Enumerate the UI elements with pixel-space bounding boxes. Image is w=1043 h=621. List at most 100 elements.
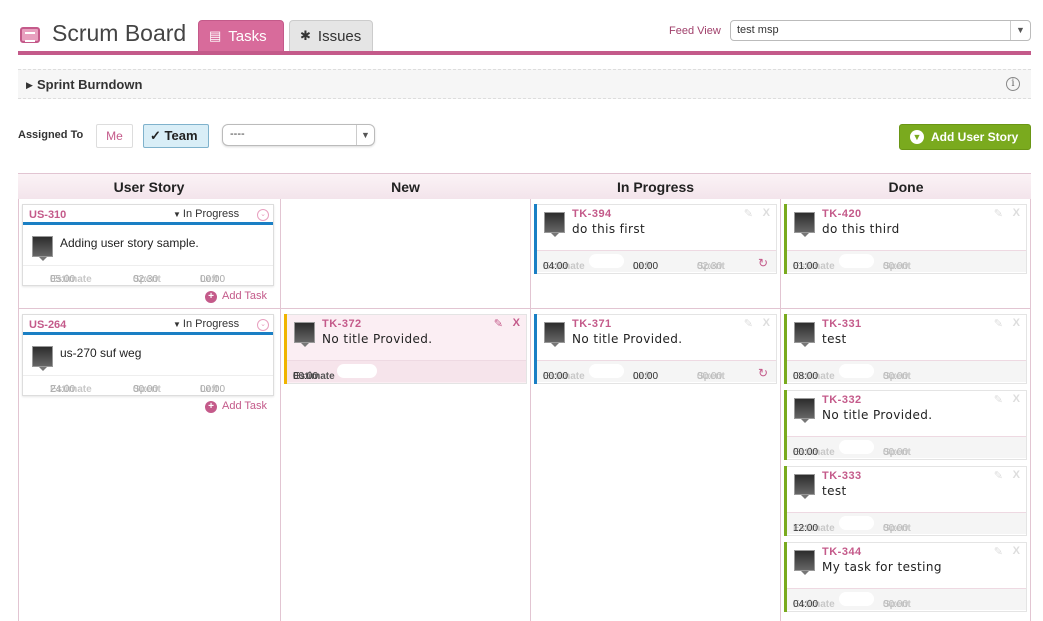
task-title: test (822, 484, 847, 498)
story-id[interactable]: US-310 (29, 209, 66, 221)
add-task-button[interactable]: + Add Task (205, 290, 267, 303)
add-task-button[interactable]: + Add Task (205, 400, 267, 413)
assigned-team-button[interactable]: ✓ Team (143, 124, 209, 148)
pencil-icon[interactable]: ✎ (744, 207, 753, 220)
pencil-icon[interactable]: ✎ (994, 545, 1003, 558)
refresh-icon[interactable]: ↻ (758, 366, 768, 380)
task-id[interactable]: TK-372 (322, 318, 362, 330)
task-card[interactable]: TK-394 do this first ✎ X Estimate 04:00 … (534, 204, 777, 274)
estimate-value[interactable]: 00:00 (293, 371, 318, 382)
task-title: test (822, 332, 847, 346)
close-icon[interactable]: X (513, 317, 520, 329)
task-id[interactable]: TK-344 (822, 546, 862, 558)
pencil-icon[interactable]: ✎ (994, 393, 1003, 406)
status-chevron-icon[interactable]: ⌄ (257, 319, 269, 331)
story-title: us-270 suf weg (60, 346, 142, 360)
task-title: do this third (822, 222, 900, 236)
left-value: 00:00 (200, 274, 226, 285)
close-icon[interactable]: X (1013, 207, 1020, 219)
close-icon[interactable]: X (1013, 545, 1020, 557)
tab-tasks[interactable]: ▤ Tasks (198, 20, 284, 52)
estimate-value[interactable]: 01:00 (793, 261, 818, 272)
column-header-user-story: User Story (113, 179, 185, 195)
task-card[interactable]: TK-331 test ✎ X Estimate 08:00 Spent 00:… (784, 314, 1027, 384)
estimate-value[interactable]: 00:00 (543, 371, 568, 382)
task-id[interactable]: TK-371 (572, 318, 612, 330)
sprint-burndown-toggle[interactable]: ▶ Sprint Burndown i (18, 69, 1031, 99)
spent-value: 00:00 (133, 384, 159, 395)
team-label: Team (164, 128, 198, 143)
task-id[interactable]: TK-332 (822, 394, 862, 406)
user-story-card[interactable]: US-264 ▼ In Progress ⌄ us-270 suf weg Est… (22, 314, 274, 396)
add-user-story-button[interactable]: ▼ Add User Story (899, 124, 1031, 150)
column-divider (18, 199, 19, 621)
tab-issues[interactable]: ✱ Issues (289, 20, 373, 52)
column-divider (530, 199, 531, 621)
close-icon[interactable]: X (1013, 469, 1020, 481)
board-header: Scrum Board ▤ Tasks ✱ Issues Feed View t… (18, 18, 1031, 54)
plus-icon: + (205, 401, 217, 413)
pencil-icon[interactable]: ✎ (744, 317, 753, 330)
feed-view-select[interactable]: test msp ▼ (730, 20, 1031, 41)
task-card[interactable]: TK-332 No title Provided. ✎ X Estimate 0… (784, 390, 1027, 460)
story-id[interactable]: US-264 (29, 319, 66, 331)
task-card[interactable]: TK-420 do this third ✎ X Estimate 01:00 … (784, 204, 1027, 274)
pencil-icon[interactable]: ✎ (994, 469, 1003, 482)
story-title: Adding user story sample. (60, 236, 199, 250)
left-value[interactable]: 00:00 (633, 261, 658, 272)
board-column-headers: User Story New In Progress Done (18, 173, 1031, 199)
estimate-value: 05:00 (50, 274, 76, 285)
avatar (32, 236, 53, 261)
add-user-story-label: Add User Story (931, 130, 1019, 144)
tab-tasks-label: Tasks (228, 27, 267, 45)
task-id[interactable]: TK-331 (822, 318, 862, 330)
status-chevron-icon[interactable]: ⌄ (257, 209, 269, 221)
pencil-icon[interactable]: ✎ (494, 317, 503, 330)
close-icon[interactable]: X (1013, 393, 1020, 405)
avatar (794, 398, 815, 423)
avatar (32, 346, 53, 371)
estimate-value[interactable]: 04:00 (543, 261, 568, 272)
task-card[interactable]: TK-371 No title Provided. ✎ X Estimate 0… (534, 314, 777, 384)
estimate-value[interactable]: 04:00 (793, 599, 818, 610)
page-title: Scrum Board (52, 20, 187, 46)
close-icon[interactable]: X (1013, 317, 1020, 329)
task-id[interactable]: TK-333 (822, 470, 862, 482)
close-icon[interactable]: X (763, 317, 770, 329)
task-id[interactable]: TK-394 (572, 208, 612, 220)
story-status-dropdown[interactable]: ▼ In Progress (173, 318, 239, 330)
task-card[interactable]: TK-372 No title Provided. ✎ X Estimate 0… (284, 314, 527, 384)
bug-icon: ✱ (300, 28, 311, 43)
story-status-dropdown[interactable]: ▼ In Progress (173, 208, 239, 220)
column-header-in-progress: In Progress (616, 179, 695, 195)
sprint-burndown-title: Sprint Burndown (37, 77, 143, 92)
chevron-down-icon: ▼ (1010, 21, 1030, 40)
user-story-card[interactable]: US-310 ▼ In Progress ⌄ Adding user story … (22, 204, 274, 286)
task-title: My task for testing (822, 560, 942, 574)
estimate-value[interactable]: 00:00 (793, 447, 818, 458)
left-value[interactable]: 00:00 (633, 371, 658, 382)
assignee-select[interactable]: ---- ▼ (222, 124, 375, 146)
info-icon[interactable]: i (1006, 77, 1020, 91)
column-divider (1030, 199, 1031, 621)
task-title: No title Provided. (822, 408, 933, 422)
pencil-icon[interactable]: ✎ (994, 317, 1003, 330)
avatar (544, 212, 565, 237)
refresh-icon[interactable]: ↻ (758, 256, 768, 270)
spent-value: 00:00 (883, 447, 909, 458)
story-status-value: In Progress (182, 318, 240, 330)
assigned-me-button[interactable]: Me (96, 124, 133, 148)
task-card[interactable]: TK-333 test ✎ X Estimate 12:00 Spent 00:… (784, 466, 1027, 536)
close-icon[interactable]: X (763, 207, 770, 219)
caret-right-icon: ▶ (26, 80, 33, 90)
spent-value: 02:30 (697, 261, 723, 272)
task-card[interactable]: TK-344 My task for testing ✎ X Estimate … (784, 542, 1027, 612)
pencil-icon[interactable]: ✎ (994, 207, 1003, 220)
estimate-value[interactable]: 12:00 (793, 523, 818, 534)
estimate-value[interactable]: 08:00 (793, 371, 818, 382)
column-header-done: Done (888, 179, 924, 195)
task-id[interactable]: TK-420 (822, 208, 862, 220)
task-time-summary: Estimate 08:00 Spent 00:00 (787, 360, 1026, 382)
check-icon: ✓ (150, 128, 161, 143)
caret-down-icon: ▼ (173, 320, 181, 329)
